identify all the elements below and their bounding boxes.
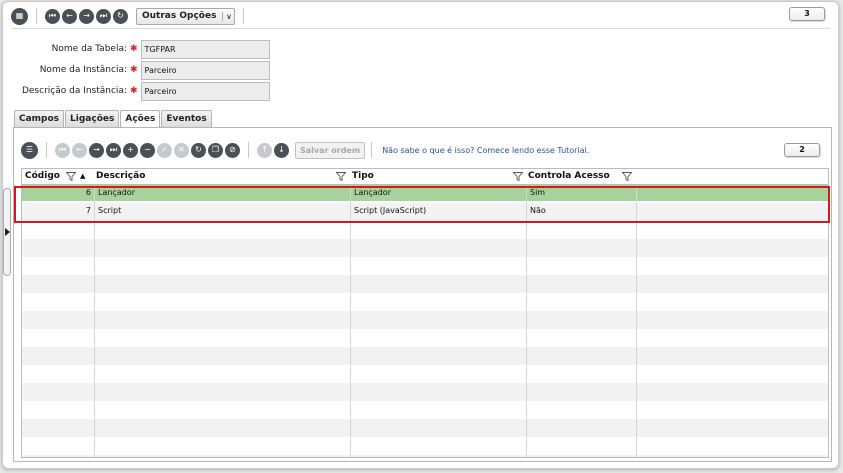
tab-bar: Campos Ligações Ações Eventos: [14, 110, 212, 128]
cell-type: Script (JavaScript): [354, 206, 427, 215]
move-down-icon[interactable]: ↓: [274, 142, 289, 158]
instance-name-label: Nome da Instância:: [39, 65, 127, 75]
previous-record-icon[interactable]: ←: [72, 142, 87, 158]
column-header-type[interactable]: Tipo: [350, 169, 374, 185]
filter-icon[interactable]: [66, 172, 76, 181]
record-counter-badge: 2: [784, 143, 820, 157]
instance-name-row: Nome da Instância: ✱ Parceiro: [3, 60, 270, 80]
table-name-row: Nome da Tabela: ✱ TGFPAR: [3, 39, 270, 59]
first-record-icon[interactable]: ⏮: [55, 142, 70, 158]
other-options-button[interactable]: Outras Opções ∨: [136, 7, 236, 25]
actions-grid: 6 Lançador Lançador Sim 7 Script Script …: [21, 168, 829, 458]
toolbar-separator: [36, 8, 37, 24]
required-icon: ✱: [130, 65, 138, 75]
tab-acoes[interactable]: Ações: [120, 110, 161, 128]
instance-name-field[interactable]: Parceiro: [140, 60, 270, 80]
toolbar-separator: [248, 142, 249, 158]
last-record-icon[interactable]: ⏭: [106, 142, 121, 158]
cell-access: Não: [530, 206, 546, 215]
cell-description: Script: [98, 206, 122, 215]
refresh-icon[interactable]: ↻: [113, 8, 128, 24]
save-order-button[interactable]: Salvar ordem: [295, 141, 366, 159]
required-icon: ✱: [130, 44, 138, 54]
top-toolbar: ▦ ⏮ ← → ⏭ ↻ Outras Opções ∨: [11, 7, 250, 25]
copy-icon[interactable]: ❐: [208, 142, 223, 158]
column-header-access[interactable]: Controla Acesso: [526, 169, 610, 185]
expand-arrow-icon[interactable]: [5, 228, 10, 236]
previous-record-icon[interactable]: ←: [62, 8, 77, 24]
filter-icon[interactable]: [513, 172, 523, 181]
next-record-icon[interactable]: →: [79, 8, 94, 24]
toolbar-separator: [46, 142, 47, 158]
confirm-icon[interactable]: ✓: [157, 142, 172, 158]
tab-campos[interactable]: Campos: [14, 110, 65, 127]
cell-code: 6: [85, 188, 91, 197]
attach-icon[interactable]: ⊘: [225, 142, 240, 158]
table-row[interactable]: 7 Script Script (JavaScript) Não: [22, 203, 828, 219]
tab-eventos[interactable]: Eventos: [161, 110, 212, 127]
instance-desc-field[interactable]: Parceiro: [140, 81, 270, 101]
cell-description: Lançador: [98, 188, 135, 197]
other-options-label: Outras Opções: [142, 11, 217, 21]
toolbar-separator: [371, 142, 373, 158]
tutorial-link[interactable]: Não sabe o que é isso? Comece lendo esse…: [382, 146, 589, 155]
panel-toolbar: ☰ ⏮ ← → ⏭ + − ✓ ✕ ↻ ❐ ⊘ ↑ ↓ Salvar ordem…: [21, 141, 589, 159]
table-name-field[interactable]: TGFPAR: [140, 39, 270, 59]
next-record-icon[interactable]: →: [89, 142, 104, 158]
first-record-icon[interactable]: ⏮: [45, 8, 60, 24]
refresh-icon[interactable]: ↻: [191, 142, 206, 158]
cell-type: Lançador: [354, 188, 391, 197]
column-divider: [526, 169, 527, 457]
table-name-label: Nome da Tabela:: [51, 44, 127, 54]
table-row[interactable]: 6 Lançador Lançador Sim: [22, 185, 828, 201]
add-icon[interactable]: +: [123, 142, 138, 158]
move-up-icon[interactable]: ↑: [257, 142, 272, 158]
required-icon: ✱: [130, 86, 138, 96]
filter-icon[interactable]: [622, 172, 632, 181]
record-counter-badge: 3: [789, 7, 825, 21]
main-window: ▦ ⏮ ← → ⏭ ↻ Outras Opções ∨ 3 Nome da Ta…: [2, 1, 839, 469]
chevron-down-icon[interactable]: ∨: [222, 11, 234, 21]
instance-desc-label: Descrição da Instância:: [21, 86, 127, 96]
instance-desc-row: Descrição da Instância: ✱ Parceiro: [3, 81, 270, 101]
sort-ascending-icon[interactable]: ▲: [78, 169, 85, 185]
grid-menu-icon[interactable]: ▦: [11, 7, 28, 25]
list-menu-icon[interactable]: ☰: [21, 141, 38, 159]
toolbar-separator: [243, 8, 245, 24]
column-divider: [94, 169, 95, 457]
grid-body: 6 Lançador Lançador Sim 7 Script Script …: [22, 185, 828, 457]
last-record-icon[interactable]: ⏭: [96, 8, 111, 24]
grid-header: Código ▲ Descrição Tipo Controla Acesso: [22, 169, 828, 185]
cell-access: Sim: [530, 188, 546, 197]
column-header-code[interactable]: Código: [23, 169, 60, 185]
actions-panel: ☰ ⏮ ← → ⏭ + − ✓ ✕ ↻ ❐ ⊘ ↑ ↓ Salvar ordem…: [13, 127, 832, 462]
filter-icon[interactable]: [336, 172, 346, 181]
column-divider: [350, 169, 351, 457]
tab-ligacoes[interactable]: Ligações: [65, 110, 120, 127]
remove-icon[interactable]: −: [140, 142, 155, 158]
column-header-description[interactable]: Descrição: [94, 169, 145, 185]
cancel-icon[interactable]: ✕: [174, 142, 189, 158]
column-divider: [636, 169, 637, 457]
divider: [11, 28, 830, 29]
cell-code: 7: [85, 206, 91, 215]
